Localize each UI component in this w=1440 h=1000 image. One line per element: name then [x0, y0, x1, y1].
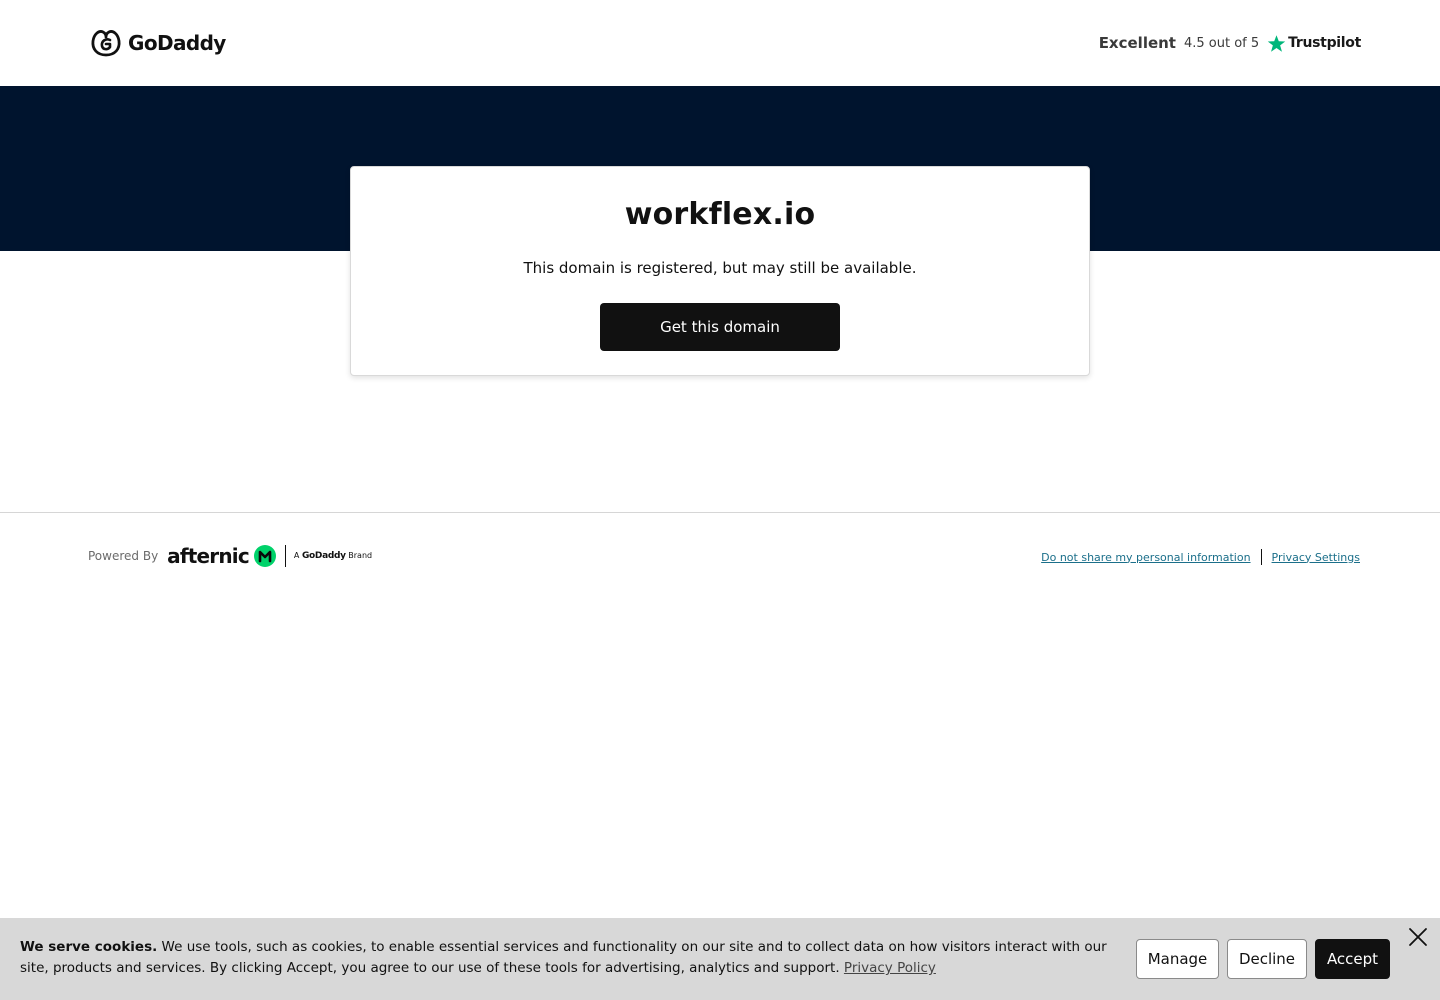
legal-links: Do not share my personal information Pri…: [1041, 549, 1360, 565]
footer-divider: [0, 512, 1440, 513]
close-icon[interactable]: [1406, 925, 1430, 949]
godaddy-logo-icon: [91, 30, 121, 57]
decline-cookies-button[interactable]: Decline: [1227, 939, 1307, 979]
powered-by-label: Powered By: [88, 549, 159, 563]
accept-cookies-button[interactable]: Accept: [1315, 939, 1390, 979]
trustpilot-brand-label: Trustpilot: [1288, 35, 1361, 51]
brand-tag-prefix: A: [293, 551, 300, 560]
cookie-message: We serve cookies. We use tools, such as …: [20, 937, 1120, 979]
trustpilot-brand: Trustpilot: [1267, 34, 1361, 53]
star-icon: [1267, 34, 1286, 52]
do-not-share-link[interactable]: Do not share my personal information: [1041, 551, 1250, 564]
manage-cookies-button[interactable]: Manage: [1136, 939, 1219, 979]
cookie-heading: We serve cookies.: [20, 939, 158, 955]
logo-wordmark: GoDaddy: [128, 31, 226, 55]
domain-name: workflex.io: [624, 197, 816, 232]
privacy-policy-link[interactable]: Privacy Policy: [844, 960, 936, 976]
domain-status-message: This domain is registered, but may still…: [523, 259, 917, 277]
privacy-settings-link[interactable]: Privacy Settings: [1272, 551, 1360, 564]
afternic-logo-link[interactable]: afternic A GoDaddy Brand: [167, 544, 372, 568]
legal-separator: [1260, 549, 1262, 565]
trustpilot-rating-word: Excellent: [1098, 34, 1176, 52]
cookie-banner: We serve cookies. We use tools, such as …: [0, 918, 1440, 1000]
godaddy-logo-link[interactable]: GoDaddy: [90, 28, 226, 58]
powered-by: Powered By afternic A GoDaddy Brand: [88, 544, 372, 568]
brand-separator: [284, 545, 286, 567]
trustpilot-rating-link[interactable]: Excellent 4.5 out of 5 Trustpilot: [1098, 30, 1362, 56]
afternic-logo-icon: [253, 545, 276, 567]
godaddy-brand-tag: A GoDaddy Brand: [294, 551, 372, 561]
domain-card: workflex.io This domain is registered, b…: [350, 166, 1090, 376]
brand-tag-name: GoDaddy: [301, 551, 346, 561]
page: GoDaddy Excellent 4.5 out of 5 Trustpilo…: [0, 0, 1440, 1000]
get-this-domain-button[interactable]: Get this domain: [600, 303, 840, 351]
trustpilot-score: 4.5 out of 5: [1183, 35, 1260, 51]
brand-tag-suffix: Brand: [348, 551, 373, 560]
afternic-wordmark: afternic: [167, 544, 250, 568]
cookie-body: We use tools, such as cookies, to enable…: [20, 939, 1107, 976]
site-header: GoDaddy Excellent 4.5 out of 5 Trustpilo…: [0, 0, 1440, 86]
